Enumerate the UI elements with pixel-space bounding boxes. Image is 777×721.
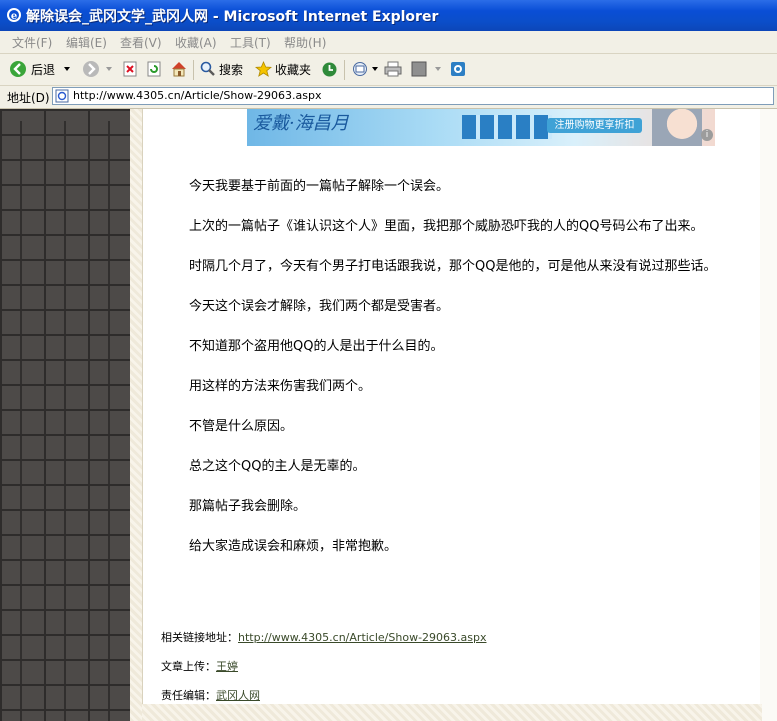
banner-product-image bbox=[462, 115, 552, 139]
related-link[interactable]: http://www.4305.cn/Article/Show-29063.as… bbox=[238, 631, 487, 644]
uploader-label: 文章上传： bbox=[161, 660, 216, 673]
menu-file[interactable]: 文件(F) bbox=[12, 34, 52, 51]
history-button[interactable] bbox=[321, 58, 338, 80]
favorites-label: 收藏夹 bbox=[275, 62, 312, 77]
decorative-border-bottom bbox=[142, 704, 762, 721]
chevron-down-icon bbox=[106, 67, 112, 71]
search-icon bbox=[200, 61, 215, 76]
forward-arrow-icon bbox=[83, 61, 99, 77]
home-button[interactable] bbox=[170, 58, 188, 80]
editor-label: 责任编辑： bbox=[161, 689, 216, 702]
page-viewport: 爱戴·海昌月 注册购物更享折扣 i 今天我要基于前面的一篇帖子解除一个误会。 上… bbox=[0, 109, 777, 721]
editor-row: 责任编辑：武冈人网 bbox=[161, 687, 260, 703]
back-button[interactable]: 后退 bbox=[9, 58, 73, 80]
history-icon bbox=[322, 62, 337, 76]
window-title: 解除误会_武冈文学_武冈人网 - Microsoft Internet Expl… bbox=[26, 9, 439, 25]
brick-background-offset bbox=[0, 121, 130, 721]
address-url: http://www.4305.cn/Article/Show-29063.as… bbox=[73, 89, 322, 102]
chevron-down-icon bbox=[435, 67, 441, 71]
banner-model-image bbox=[652, 109, 702, 146]
ad-banner[interactable]: 爱戴·海昌月 注册购物更享折扣 i bbox=[247, 109, 715, 146]
search-label: 搜索 bbox=[219, 62, 244, 77]
banner-brand-text: 爱戴·海昌月 bbox=[253, 113, 349, 134]
toolbar-separator bbox=[193, 60, 194, 80]
article-paragraph: 不管是什么原因。 bbox=[189, 419, 294, 434]
page-icon bbox=[55, 89, 69, 103]
menu-bar: 文件(F) 编辑(E) 查看(V) 收藏(A) 工具(T) 帮助(H) bbox=[0, 31, 777, 54]
back-arrow-icon bbox=[10, 61, 26, 77]
edit-button[interactable] bbox=[411, 58, 443, 80]
uploader-row: 文章上传：王婷 bbox=[161, 658, 238, 674]
favorites-button[interactable]: 收藏夹 bbox=[255, 58, 311, 80]
stop-button[interactable] bbox=[122, 58, 138, 80]
title-bar: e 解除误会_武冈文学_武冈人网 - Microsoft Internet Ex… bbox=[0, 0, 777, 31]
article-paragraph: 不知道那个盗用他QQ的人是出于什么目的。 bbox=[189, 339, 444, 354]
article-paragraph: 时隔几个月了，今天有个男子打电话跟我说，那个QQ是他的，可是他从来没有说过那些话… bbox=[189, 259, 717, 274]
editor-link[interactable]: 武冈人网 bbox=[216, 689, 260, 702]
search-button[interactable]: 搜索 bbox=[200, 58, 243, 80]
chevron-down-icon[interactable] bbox=[61, 64, 73, 74]
article-paragraph: 给大家造成误会和麻烦，非常抱歉。 bbox=[189, 539, 398, 554]
menu-edit[interactable]: 编辑(E) bbox=[66, 34, 107, 51]
address-label: 地址(D) bbox=[7, 91, 50, 105]
address-input[interactable]: http://www.4305.cn/Article/Show-29063.as… bbox=[52, 87, 774, 105]
article-paragraph: 今天我要基于前面的一篇帖子解除一个误会。 bbox=[189, 179, 450, 194]
article-paragraph: 今天这个误会才解除，我们两个都是受害者。 bbox=[189, 299, 450, 314]
article-paragraph: 总之这个QQ的主人是无辜的。 bbox=[189, 459, 366, 474]
mail-button[interactable] bbox=[352, 58, 380, 80]
menu-tools[interactable]: 工具(T) bbox=[230, 34, 271, 51]
refresh-button[interactable] bbox=[146, 58, 162, 80]
mail-icon bbox=[353, 62, 367, 76]
print-button[interactable] bbox=[384, 58, 402, 80]
menu-view[interactable]: 查看(V) bbox=[120, 34, 162, 51]
messenger-icon bbox=[451, 62, 465, 76]
content-border bbox=[142, 109, 143, 704]
svg-text:e: e bbox=[11, 11, 17, 22]
printer-icon bbox=[384, 61, 402, 77]
toolbar-separator bbox=[344, 60, 345, 80]
home-icon bbox=[172, 62, 186, 77]
related-link-label: 相关链接地址： bbox=[161, 631, 238, 644]
stop-icon bbox=[123, 61, 137, 77]
menu-help[interactable]: 帮助(H) bbox=[284, 34, 326, 51]
info-icon[interactable]: i bbox=[701, 129, 713, 141]
article-paragraph: 那篇帖子我会删除。 bbox=[189, 499, 307, 514]
edit-icon bbox=[411, 61, 427, 77]
refresh-icon bbox=[147, 61, 161, 77]
article-paragraph: 用这样的方法来伤害我们两个。 bbox=[189, 379, 372, 394]
banner-register-button[interactable]: 注册购物更享折扣 bbox=[547, 118, 642, 133]
decorative-border-right bbox=[760, 109, 777, 721]
forward-button[interactable] bbox=[82, 58, 114, 80]
star-icon bbox=[255, 60, 272, 77]
address-bar: 地址(D) http://www.4305.cn/Article/Show-29… bbox=[0, 86, 777, 109]
toolbar: 后退 搜索 收藏夹 bbox=[0, 54, 777, 86]
ie-logo-icon: e bbox=[7, 8, 21, 22]
article-paragraph: 上次的一篇帖子《谁认识这个人》里面，我把那个威胁恐吓我的人的QQ号码公布了出来。 bbox=[189, 219, 704, 234]
menu-favorites[interactable]: 收藏(A) bbox=[175, 34, 217, 51]
chevron-down-icon bbox=[372, 67, 378, 71]
uploader-link[interactable]: 王婷 bbox=[216, 660, 238, 673]
related-link-row: 相关链接地址：http://www.4305.cn/Article/Show-2… bbox=[161, 629, 487, 645]
back-label: 后退 bbox=[31, 62, 56, 77]
messenger-button[interactable] bbox=[450, 58, 466, 80]
decorative-border-left bbox=[130, 109, 142, 721]
